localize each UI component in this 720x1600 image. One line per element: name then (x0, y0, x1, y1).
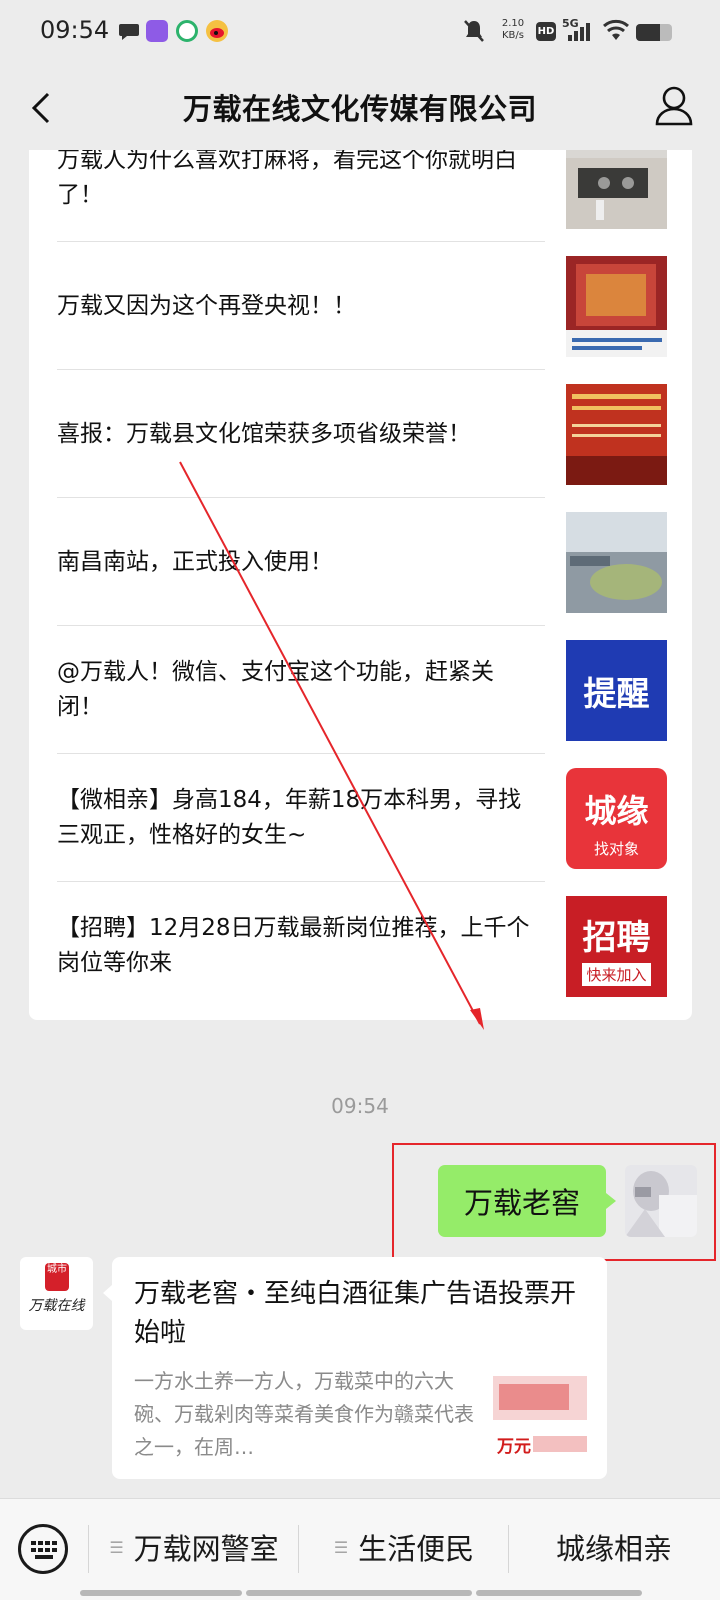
page-title: 万载在线文化传媒有限公司 (182, 92, 537, 126)
signal-icon: 5G (562, 17, 596, 44)
menu-item-label: 万载网警室 (133, 1532, 279, 1566)
chat-timestamp: 09:54 (331, 1094, 389, 1118)
article-item[interactable]: 万载人为什么喜欢打麻将，看完这个你就明白了！ (57, 150, 679, 242)
app-notification-icon (146, 20, 168, 42)
menu-item-police[interactable]: ☰ 万载网警室 (92, 1499, 296, 1595)
oa-logo-text: 万载在线 (28, 1298, 85, 1314)
thumbnail-text: 城缘 (584, 792, 649, 830)
article-thumbnail (566, 384, 667, 485)
net-speed-value: 2.10 (501, 18, 525, 29)
scroll-indicator (246, 1590, 472, 1596)
message-notification-icon (118, 22, 140, 44)
article-thumbnail (566, 256, 667, 357)
article-item[interactable]: 喜报：万载县文化馆荣获多项省级荣誉！ (57, 370, 679, 498)
menu-item-label: 生活便民 (358, 1532, 475, 1566)
mute-icon (462, 18, 486, 44)
submenu-icon: ☰ (109, 1537, 124, 1557)
article-message-card[interactable]: 万载老窖・至纯白酒征集广告语投票开始啦 一方水土养一方人，万载菜中的六大碗、万载… (103, 1257, 607, 1479)
article-list-card: 万载人为什么喜欢打麻将，看完这个你就明白了！ 万载又因为这个再登央视！！ 喜报：… (29, 150, 692, 1020)
bottom-menu-bar: ☰ 万载网警室 ☰ 生活便民 城缘相亲 (0, 1498, 720, 1600)
net-speed: 2.10 KB/s (496, 18, 530, 44)
menu-item-life-services[interactable]: ☰ 生活便民 (302, 1499, 506, 1595)
message-card-thumbnail: 万元 (493, 1372, 587, 1466)
thumbnail-text: 提醒 (583, 673, 650, 713)
article-thumbnail (566, 512, 667, 613)
article-item[interactable]: 万载又因为这个再登央视！！ (57, 242, 679, 370)
official-account-avatar[interactable]: 城市 万载在线 (20, 1257, 93, 1330)
thumbnail-subtext: 快来加入 (582, 963, 651, 986)
status-time: 09:54 (40, 16, 110, 44)
back-icon[interactable] (22, 86, 66, 130)
menu-separator (298, 1525, 299, 1573)
hd-badge: HD (536, 22, 556, 41)
article-item[interactable]: 【微相亲】身高184，年薪18万本科男，寻找三观正，性格好的女生~ 城缘 找对象 (57, 754, 679, 882)
message-card-title: 万载老窖・至纯白酒征集广告语投票开始啦 (134, 1279, 577, 1348)
menu-separator (88, 1525, 89, 1573)
keyboard-icon[interactable] (18, 1524, 68, 1574)
submenu-icon: ☰ (333, 1537, 349, 1557)
menu-item-label: 城缘相亲 (555, 1532, 672, 1566)
article-title: 万载又因为这个再登央视！！ (57, 292, 356, 319)
article-item[interactable]: 【招聘】12月28日万载最新岗位推荐，上千个岗位等你来 招聘 快来加入 (57, 882, 679, 1010)
weibo-icon (206, 20, 228, 42)
thumbnail-text: 万元 (497, 1437, 531, 1457)
net-speed-unit: KB/s (502, 30, 524, 41)
wifi-icon (602, 18, 630, 44)
highlight-box (392, 1143, 716, 1261)
article-title: 【招聘】12月28日万载最新岗位推荐，上千个岗位等你来 (57, 915, 530, 976)
article-title: 【微相亲】身高184，年薪18万本科男，寻找三观正，性格好的女生~ (57, 787, 522, 848)
article-thumbnail: 城缘 找对象 (566, 768, 667, 869)
oa-logo-badge: 城市 (45, 1263, 69, 1291)
status-bar: 09:54 2.10 KB/s HD 5G (0, 0, 720, 64)
article-title: 南昌南站，正式投入使用！ (57, 548, 333, 575)
article-item[interactable]: @万载人！微信、支付宝这个功能，赶紧关闭！ 提醒 (57, 626, 679, 754)
article-title: 喜报：万载县文化馆荣获多项省级荣誉！ (57, 420, 471, 447)
battery-icon (636, 24, 672, 41)
article-item[interactable]: 南昌南站，正式投入使用！ (57, 498, 679, 626)
menu-item-dating[interactable]: 城缘相亲 (512, 1499, 716, 1595)
profile-icon[interactable] (654, 84, 694, 128)
wechat-pay-icon (176, 20, 198, 42)
article-thumbnail: 招聘 快来加入 (566, 896, 667, 997)
menu-separator (508, 1525, 509, 1573)
article-title: 万载人为什么喜欢打麻将，看完这个你就明白了！ (57, 150, 517, 208)
article-thumbnail (566, 150, 667, 229)
nav-bar: 万载在线文化传媒有限公司 (0, 64, 720, 150)
thumbnail-subtext: 找对象 (593, 840, 639, 858)
scroll-indicator (80, 1590, 242, 1596)
article-thumbnail: 提醒 (566, 640, 667, 741)
article-title: @万载人！微信、支付宝这个功能，赶紧关闭！ (57, 659, 494, 720)
thumbnail-text: 招聘 (582, 918, 651, 958)
message-card-description: 一方水土养一方人，万载菜中的六大碗、万载剁肉等菜肴美食作为赣菜代表之一，在周… (134, 1369, 474, 1459)
scroll-indicator (476, 1590, 642, 1596)
